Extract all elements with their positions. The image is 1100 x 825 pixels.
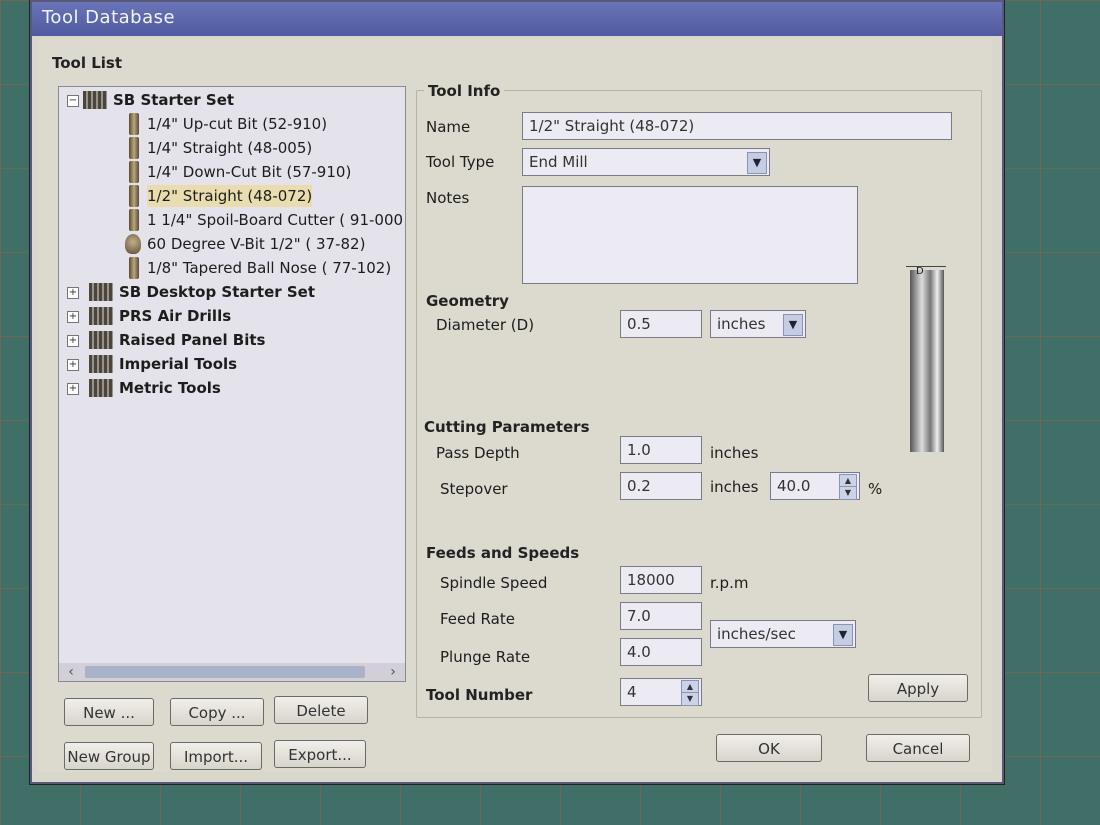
pass-depth-label: Pass Depth (436, 444, 520, 462)
tree-group-metric[interactable]: Metric Tools (119, 377, 221, 399)
import-button[interactable]: Import... (170, 742, 262, 770)
spindle-speed-input[interactable]: 18000 (620, 566, 702, 594)
tool-database-dialog: Tool Database Tool List − SB Starter Set… (30, 0, 1004, 784)
endmill-icon (129, 185, 139, 207)
tree-item[interactable]: 1 1/4" Spoil-Board Cutter ( 91-000 (147, 209, 403, 231)
endmill-icon (129, 209, 139, 231)
cancel-button[interactable]: Cancel (866, 734, 970, 762)
tree-item[interactable]: 1/4" Straight (48-005) (147, 137, 312, 159)
title-bar[interactable]: Tool Database (32, 2, 1002, 36)
chevron-down-icon[interactable]: ▼ (747, 152, 767, 174)
tree-item-selected[interactable]: 1/2" Straight (48-072) (147, 185, 313, 207)
tool-group-icon (89, 307, 113, 325)
new-group-button[interactable]: New Group (64, 742, 154, 770)
tree-group-sb-starter-set[interactable]: SB Starter Set (113, 89, 234, 111)
new-tool-button[interactable]: New ... (64, 698, 154, 726)
cutting-parameters-heading: Cutting Parameters (424, 418, 590, 436)
scroll-right-icon[interactable]: › (385, 664, 401, 680)
tool-group-icon (89, 379, 113, 397)
ballnose-icon (129, 257, 139, 279)
tool-type-label: Tool Type (426, 153, 495, 171)
tool-group-icon (89, 355, 113, 373)
tool-number-spinner[interactable]: 4 ▲ ▼ (620, 678, 702, 706)
tree-horizontal-scrollbar[interactable]: ‹ › (59, 663, 405, 681)
feed-rate-input[interactable]: 7.0 (620, 602, 702, 630)
notes-label: Notes (426, 189, 470, 207)
tool-number-value: 4 (627, 683, 637, 701)
scroll-left-icon[interactable]: ‹ (63, 664, 79, 680)
export-button[interactable]: Export... (274, 740, 366, 768)
endmill-icon (129, 113, 139, 135)
tree-group-sb-desktop[interactable]: SB Desktop Starter Set (119, 281, 315, 303)
dimension-label: D (916, 266, 924, 277)
spindle-speed-label: Spindle Speed (440, 574, 548, 592)
name-label: Name (426, 118, 471, 136)
tool-info-heading: Tool Info (424, 82, 505, 100)
stepover-percent-spinner[interactable]: 40.0 ▲ ▼ (770, 472, 860, 500)
tree-group-prs-air-drills[interactable]: PRS Air Drills (119, 305, 231, 327)
apply-button[interactable]: Apply (868, 674, 968, 702)
tree-group-imperial[interactable]: Imperial Tools (119, 353, 237, 375)
plunge-rate-label: Plunge Rate (440, 648, 531, 666)
tool-number-label: Tool Number (426, 686, 533, 704)
window-title: Tool Database (42, 7, 176, 28)
dimension-line (906, 266, 946, 267)
spindle-units: r.p.m (710, 574, 749, 592)
endmill-icon (129, 137, 139, 159)
expand-icon[interactable]: + (67, 311, 79, 323)
tool-tree[interactable]: − SB Starter Set 1/4" Up-cut Bit (52-910… (58, 86, 406, 682)
ok-button[interactable]: OK (716, 734, 822, 762)
expand-icon[interactable]: + (67, 383, 79, 395)
collapse-icon[interactable]: − (67, 95, 79, 107)
scrollbar-thumb[interactable] (85, 666, 365, 678)
tool-name-input[interactable]: 1/2" Straight (48-072) (522, 112, 952, 140)
tool-type-value: End Mill (529, 153, 588, 171)
notes-textarea[interactable] (522, 186, 858, 284)
rate-units-select[interactable]: inches/sec ▼ (710, 620, 856, 648)
spin-down-icon[interactable]: ▼ (681, 692, 699, 706)
tool-list-heading: Tool List (52, 54, 123, 72)
diameter-label: Diameter (D) (436, 316, 535, 334)
tool-group-icon (89, 331, 113, 349)
spin-down-icon[interactable]: ▼ (839, 486, 857, 500)
tool-preview-image (906, 266, 946, 452)
percent-sign: % (868, 480, 883, 498)
tree-item[interactable]: 60 Degree V-Bit 1/2" ( 37-82) (147, 233, 365, 255)
expand-icon[interactable]: + (67, 359, 79, 371)
diameter-units-select[interactable]: inches ▼ (710, 310, 806, 338)
diameter-units-value: inches (717, 315, 766, 333)
vbit-icon (125, 234, 141, 254)
stepover-percent-value: 40.0 (777, 477, 811, 495)
tree-item[interactable]: 1/4" Up-cut Bit (52-910) (147, 113, 327, 135)
expand-icon[interactable]: + (67, 335, 79, 347)
copy-tool-button[interactable]: Copy ... (170, 698, 264, 726)
pass-depth-units: inches (710, 444, 759, 462)
delete-tool-button[interactable]: Delete (274, 696, 368, 724)
feed-rate-label: Feed Rate (440, 610, 515, 628)
tree-item[interactable]: 1/8" Tapered Ball Nose ( 77-102) (147, 257, 391, 279)
tree-group-raised-panel[interactable]: Raised Panel Bits (119, 329, 265, 351)
tree-item[interactable]: 1/4" Down-Cut Bit (57-910) (147, 161, 351, 183)
chevron-down-icon[interactable]: ▼ (833, 624, 853, 646)
endmill-icon (129, 161, 139, 183)
tool-group-icon (89, 283, 113, 301)
tool-group-icon (83, 91, 107, 109)
pass-depth-input[interactable]: 1.0 (620, 436, 702, 464)
plunge-rate-input[interactable]: 4.0 (620, 638, 702, 666)
tool-type-select[interactable]: End Mill ▼ (522, 148, 770, 176)
rate-units-value: inches/sec (717, 625, 796, 643)
stepover-label: Stepover (440, 480, 508, 498)
chevron-down-icon[interactable]: ▼ (783, 314, 803, 336)
feeds-speeds-heading: Feeds and Speeds (426, 544, 580, 562)
expand-icon[interactable]: + (67, 287, 79, 299)
stepover-units: inches (710, 478, 759, 496)
geometry-heading: Geometry (426, 292, 509, 310)
dialog-client: Tool List − SB Starter Set 1/4" Up-cut B… (38, 38, 992, 772)
stepover-input[interactable]: 0.2 (620, 472, 702, 500)
diameter-input[interactable]: 0.5 (620, 310, 702, 338)
